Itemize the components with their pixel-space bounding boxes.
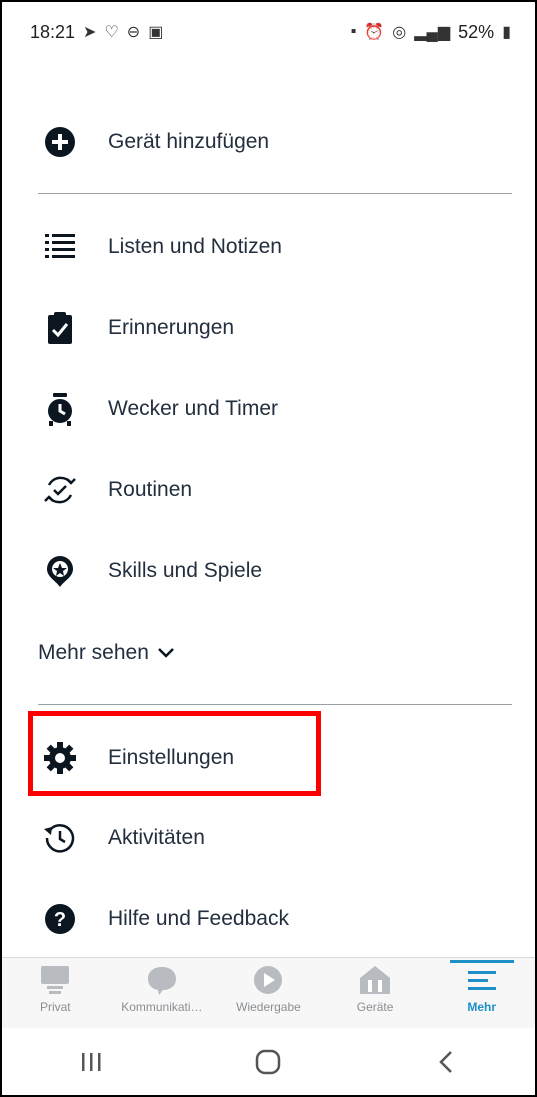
home-device-icon xyxy=(41,966,70,994)
tab-label: Kommunikati… xyxy=(121,1000,203,1014)
image-icon: ▣ xyxy=(148,24,164,41)
signal-icon: ▂▄▆ xyxy=(414,24,451,41)
routine-icon xyxy=(38,468,82,512)
bottom-navigation: Privat Kommunikati… Wiedergabe Geräte Me… xyxy=(2,957,535,1028)
play-icon xyxy=(254,966,283,994)
skills-icon xyxy=(38,549,82,593)
tab-label: Geräte xyxy=(356,1000,394,1014)
menu-item-alarms-timers[interactable]: Wecker und Timer xyxy=(38,379,278,439)
menu-item-settings[interactable]: Einstellungen xyxy=(38,728,234,788)
more-label: Mehr sehen xyxy=(38,641,149,664)
menu-item-lists[interactable]: Listen und Notizen xyxy=(38,217,282,277)
notification-icon: ♡ xyxy=(104,24,119,41)
menu-item-skills-games[interactable]: Skills und Spiele xyxy=(38,541,262,601)
menu-item-help-feedback[interactable]: ? Hilfe und Feedback xyxy=(38,889,289,949)
menu-item-activities[interactable]: Aktivitäten xyxy=(38,808,205,868)
recent-apps-icon xyxy=(81,1052,101,1071)
menu-item-label: Einstellungen xyxy=(108,746,235,769)
tab-label: Wiedergabe xyxy=(236,1000,301,1014)
add-device-label: Gerät hinzufügen xyxy=(108,130,270,153)
status-time: 18:21 xyxy=(30,21,76,42)
chevron-down-icon xyxy=(158,648,174,658)
system-navigation xyxy=(2,1028,535,1095)
home-button[interactable] xyxy=(238,1042,298,1082)
menu-item-label: Wecker und Timer xyxy=(108,397,278,420)
tab-wiedergabe[interactable]: Wiedergabe xyxy=(215,958,322,1028)
alarm-clock-icon xyxy=(38,387,82,431)
divider xyxy=(38,193,512,194)
battery-percent: 52% xyxy=(458,21,495,42)
tab-geraete[interactable]: Geräte xyxy=(322,958,429,1028)
recent-apps-button[interactable] xyxy=(61,1042,121,1082)
menu-item-label: Hilfe und Feedback xyxy=(108,907,289,930)
menu-item-label: Erinnerungen xyxy=(108,316,235,339)
add-device-item[interactable]: Gerät hinzufügen xyxy=(38,112,269,172)
status-bar: 18:21 ➤ ♡ ⊖ ▣ ▪ ⏰ ◎ ▂▄▆ 52% ▮ xyxy=(30,14,511,50)
tab-privat[interactable]: Privat xyxy=(2,958,109,1028)
tab-label: Privat xyxy=(39,1000,71,1014)
more-button[interactable]: Mehr sehen xyxy=(38,633,175,673)
menu-item-label: Aktivitäten xyxy=(108,826,205,849)
lock-icon: ▪ xyxy=(350,23,357,40)
list-icon xyxy=(38,225,82,269)
navigation-icon: ➤ xyxy=(83,24,97,41)
plus-circle-icon xyxy=(38,120,82,164)
tab-mehr[interactable]: Mehr xyxy=(428,958,535,1028)
menu-item-routines[interactable]: Routinen xyxy=(38,460,192,520)
back-icon xyxy=(439,1050,453,1073)
tab-kommunikation[interactable]: Kommunikati… xyxy=(109,958,216,1028)
chat-icon xyxy=(147,967,176,995)
alarm-icon: ⏰ xyxy=(364,24,385,41)
hotspot-icon: ◎ xyxy=(392,24,407,41)
home-circle-icon xyxy=(256,1049,281,1074)
menu-item-label: Routinen xyxy=(108,478,193,501)
divider xyxy=(38,704,512,705)
menu-icon xyxy=(467,971,496,990)
back-button[interactable] xyxy=(416,1042,476,1082)
help-icon: ? xyxy=(38,897,82,941)
link-icon: ⊖ xyxy=(126,24,141,41)
tab-label: Mehr xyxy=(467,1000,496,1014)
menu-item-label: Listen und Notizen xyxy=(108,235,282,258)
svg-text:?: ? xyxy=(54,909,66,931)
clipboard-check-icon xyxy=(38,306,82,350)
battery-icon: ▮ xyxy=(502,24,511,41)
history-icon xyxy=(38,816,82,860)
gear-icon xyxy=(38,736,82,780)
menu-item-reminders[interactable]: Erinnerungen xyxy=(38,298,234,358)
devices-icon xyxy=(360,966,391,994)
menu-item-label: Skills und Spiele xyxy=(108,559,263,582)
